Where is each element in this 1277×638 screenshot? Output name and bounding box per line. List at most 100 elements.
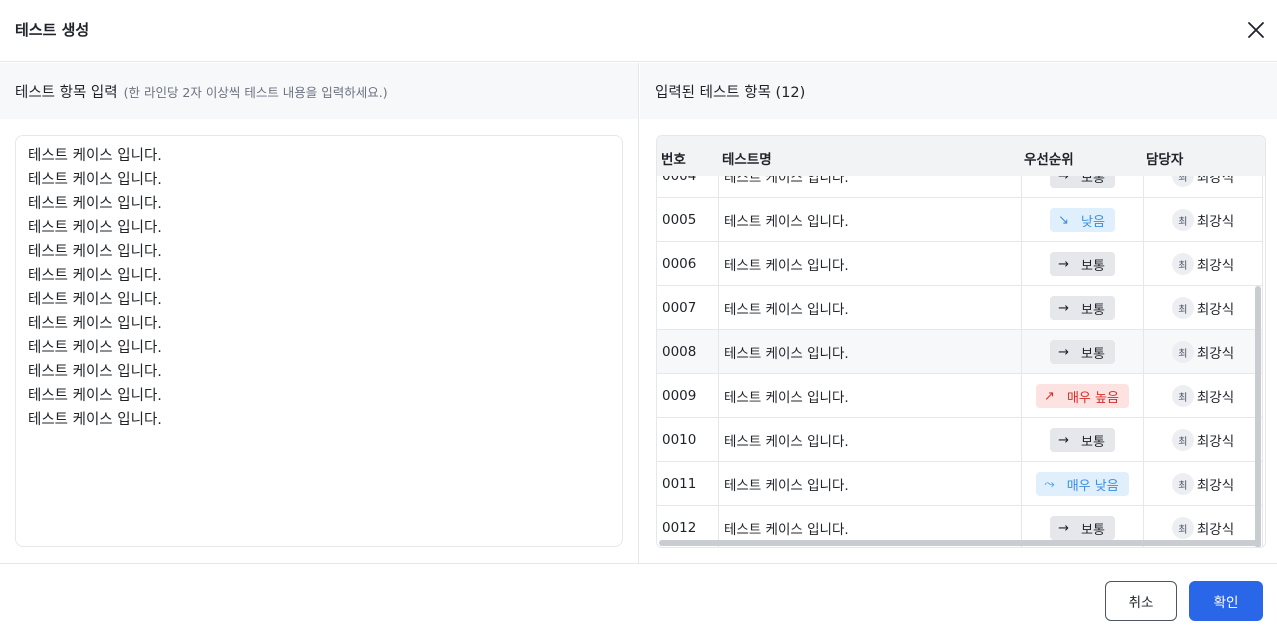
- test-items-table: 번호 테스트명 우선순위 담당자 0004 테스트 케이스 입니다. → 보통 최 최강식…: [656, 135, 1266, 548]
- dialog-footer: 취소 확인: [0, 563, 1277, 638]
- arrow-right-icon: →: [1058, 256, 1069, 272]
- trend-up-icon: ↗: [1044, 388, 1055, 404]
- input-panel: 테스트 항목 입력 (한 라인당 2자 이상씩 테스트 내용을 입력하세요.) 테…: [0, 63, 639, 563]
- table-body[interactable]: 0004 테스트 케이스 입니다. → 보통 최 최강식 0005 테스트 케이스 입니다. ↘…: [657, 176, 1265, 547]
- owner-name: 최강식: [1196, 522, 1235, 538]
- textarea-line: 테스트 케이스 입니다.: [28, 292, 162, 308]
- arrow-right-icon: →: [1058, 344, 1069, 360]
- vertical-scrollbar[interactable]: [1255, 286, 1261, 547]
- priority-badge[interactable]: → 보통: [1050, 340, 1115, 364]
- row-test-name: 테스트 케이스 입니다.: [719, 176, 1022, 198]
- avatar: 최: [1171, 429, 1194, 451]
- row-number: 0009: [657, 374, 719, 418]
- row-test-name: 테스트 케이스 입니다.: [719, 330, 1022, 374]
- table-row[interactable]: 0009 테스트 케이스 입니다. ↗ 매우 높음 최 최강식: [657, 374, 1263, 418]
- row-priority-cell[interactable]: → 보통: [1022, 176, 1144, 198]
- avatar: 최: [1171, 385, 1194, 407]
- row-test-name: 테스트 케이스 입니다.: [719, 242, 1022, 286]
- column-header-owner[interactable]: 담당자: [1146, 148, 1183, 168]
- column-header-name[interactable]: 테스트명: [722, 148, 772, 168]
- priority-badge[interactable]: ⤳ 매우 낮음: [1036, 472, 1129, 496]
- avatar: 최: [1171, 209, 1194, 231]
- dialog-header: 테스트 생성: [0, 0, 1277, 62]
- arrow-right-icon: →: [1058, 176, 1069, 184]
- table-row[interactable]: 0006 테스트 케이스 입니다. → 보통 최 최강식: [657, 242, 1263, 286]
- row-priority-cell[interactable]: → 보통: [1022, 242, 1144, 286]
- row-owner-cell[interactable]: 최 최강식: [1144, 176, 1263, 198]
- arrow-right-icon: →: [1058, 520, 1069, 536]
- list-panel-header: 입력된 테스트 항목 (12): [640, 63, 1277, 119]
- row-priority-cell[interactable]: → 보통: [1022, 418, 1144, 462]
- priority-badge[interactable]: → 보통: [1050, 296, 1115, 320]
- textarea-line: 테스트 케이스 입니다.: [28, 196, 162, 212]
- priority-label: 보통: [1080, 176, 1105, 186]
- textarea-line: 테스트 케이스 입니다.: [28, 172, 162, 188]
- row-test-name: 테스트 케이스 입니다.: [719, 418, 1022, 462]
- owner-name: 최강식: [1196, 346, 1235, 362]
- input-panel-label: 테스트 항목 입력 (한 라인당 2자 이상씩 테스트 내용을 입력하세요.): [15, 81, 388, 102]
- priority-badge[interactable]: → 보통: [1050, 252, 1115, 276]
- textarea-line: 테스트 케이스 입니다.: [28, 148, 162, 164]
- test-create-dialog: 테스트 생성 테스트 항목 입력 (한 라인당 2자 이상씩 테스트 내용을 입력…: [0, 0, 1277, 638]
- row-owner-cell[interactable]: 최 최강식: [1144, 198, 1263, 242]
- horizontal-scrollbar[interactable]: [659, 540, 1261, 546]
- test-items-textarea[interactable]: 테스트 케이스 입니다. 테스트 케이스 입니다. 테스트 케이스 입니다. 테스트 …: [15, 135, 623, 547]
- row-number: 0010: [657, 418, 719, 462]
- table-row[interactable]: 0007 테스트 케이스 입니다. → 보통 최 최강식: [657, 286, 1263, 330]
- row-owner-cell[interactable]: 최 최강식: [1144, 242, 1263, 286]
- owner-name: 최강식: [1196, 478, 1235, 494]
- avatar: 최: [1171, 473, 1194, 495]
- owner-name: 최강식: [1196, 302, 1235, 318]
- textarea-line: 테스트 케이스 입니다.: [28, 316, 162, 332]
- row-priority-cell[interactable]: ⤳ 매우 낮음: [1022, 462, 1144, 506]
- priority-badge[interactable]: → 보통: [1050, 176, 1115, 188]
- row-priority-cell[interactable]: → 보통: [1022, 330, 1144, 374]
- table-row[interactable]: 0005 테스트 케이스 입니다. ↘ 낮음 최 최강식: [657, 198, 1263, 242]
- row-number: 0011: [657, 462, 719, 506]
- cancel-button[interactable]: 취소: [1105, 581, 1177, 621]
- row-owner-cell[interactable]: 최 최강식: [1144, 418, 1263, 462]
- priority-label: 매우 높음: [1066, 390, 1119, 406]
- table-row[interactable]: 0008 테스트 케이스 입니다. → 보통 최 최강식: [657, 330, 1263, 374]
- row-owner-cell[interactable]: 최 최강식: [1144, 286, 1263, 330]
- textarea-line: 테스트 케이스 입니다.: [28, 364, 162, 380]
- priority-badge[interactable]: → 보통: [1050, 428, 1115, 452]
- table-row[interactable]: 0010 테스트 케이스 입니다. → 보통 최 최강식: [657, 418, 1263, 462]
- priority-badge[interactable]: ↘ 낮음: [1050, 208, 1115, 232]
- close-icon[interactable]: [1244, 18, 1268, 42]
- row-priority-cell[interactable]: ↗ 매우 높음: [1022, 374, 1144, 418]
- input-panel-header: 테스트 항목 입력 (한 라인당 2자 이상씩 테스트 내용을 입력하세요.): [0, 63, 638, 119]
- textarea-line: 테스트 케이스 입니다.: [28, 268, 162, 284]
- avatar: 최: [1171, 297, 1194, 319]
- textarea-line: 테스트 케이스 입니다.: [28, 244, 162, 260]
- row-test-name: 테스트 케이스 입니다.: [719, 286, 1022, 330]
- row-owner-cell[interactable]: 최 최강식: [1144, 330, 1263, 374]
- row-priority-cell[interactable]: ↘ 낮음: [1022, 198, 1144, 242]
- table-row[interactable]: 0011 테스트 케이스 입니다. ⤳ 매우 낮음 최 최강식: [657, 462, 1263, 506]
- dialog-title: 테스트 생성: [15, 21, 90, 39]
- priority-badge[interactable]: ↗ 매우 높음: [1036, 384, 1129, 408]
- column-header-no[interactable]: 번호: [661, 148, 686, 168]
- priority-badge[interactable]: → 보통: [1050, 516, 1115, 540]
- row-owner-cell[interactable]: 최 최강식: [1144, 462, 1263, 506]
- arrow-right-icon: →: [1058, 432, 1069, 448]
- row-owner-cell[interactable]: 최 최강식: [1144, 374, 1263, 418]
- list-panel-title: 입력된 테스트 항목 (12): [655, 85, 806, 101]
- trend-down-icon: ⤳: [1044, 476, 1055, 492]
- row-test-name: 테스트 케이스 입니다.: [719, 462, 1022, 506]
- priority-label: 보통: [1080, 302, 1105, 318]
- avatar: 최: [1171, 253, 1194, 275]
- owner-name: 최강식: [1196, 434, 1235, 450]
- textarea-line: 테스트 케이스 입니다.: [28, 388, 162, 404]
- table-row[interactable]: 0004 테스트 케이스 입니다. → 보통 최 최강식: [657, 176, 1263, 198]
- arrow-down-right-icon: ↘: [1058, 212, 1069, 228]
- row-priority-cell[interactable]: → 보통: [1022, 286, 1144, 330]
- input-panel-hint: (한 라인당 2자 이상씩 테스트 내용을 입력하세요.): [123, 85, 388, 100]
- column-header-priority[interactable]: 우선순위: [1024, 148, 1074, 168]
- owner-name: 최강식: [1196, 176, 1235, 186]
- avatar: 최: [1171, 517, 1194, 539]
- row-number: 0004: [657, 176, 719, 198]
- confirm-button[interactable]: 확인: [1189, 581, 1263, 621]
- arrow-right-icon: →: [1058, 300, 1069, 316]
- row-number: 0005: [657, 198, 719, 242]
